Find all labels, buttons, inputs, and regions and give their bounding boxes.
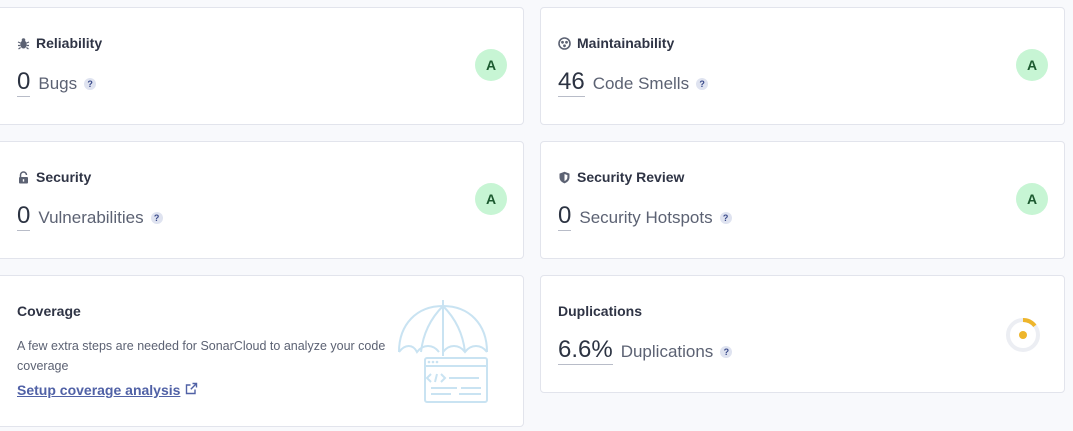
vulnerabilities-count[interactable]: 0 [17, 203, 31, 231]
security-metric: 0 Vulnerabilities ? [17, 203, 163, 231]
security-hotspots-label: Security Hotspots [579, 208, 713, 227]
maintainability-title-label: Maintainability [577, 35, 675, 51]
duplications-title: Duplications [558, 303, 643, 319]
external-link-icon [185, 382, 198, 398]
security-review-card: Security Review 0 Security Hotspots ? A [540, 141, 1065, 259]
duplications-percentage[interactable]: 6.6% [558, 337, 613, 365]
vulnerabilities-help-icon[interactable]: ? [150, 212, 163, 224]
coverage-card: Coverage A few extra steps are needed fo… [0, 275, 524, 427]
bugs-count[interactable]: 0 [17, 69, 31, 97]
bug-icon [17, 37, 30, 50]
duplications-help-icon[interactable]: ? [720, 346, 733, 358]
security-review-metric: 0 Security Hotspots ? [558, 203, 732, 231]
setup-coverage-link[interactable]: Setup coverage analysis [17, 382, 198, 398]
coverage-description: A few extra steps are needed for SonarCl… [17, 339, 386, 373]
duplications-ring-dot [1019, 331, 1027, 339]
code-smells-help-icon[interactable]: ? [696, 78, 709, 90]
security-title-label: Security [36, 169, 92, 185]
bugs-label: Bugs [38, 74, 78, 93]
reliability-title-label: Reliability [36, 35, 103, 51]
security-review-title-label: Security Review [577, 169, 685, 185]
vulnerabilities-label: Vulnerabilities [38, 208, 144, 227]
duplications-card: Duplications 6.6% Duplications ? [540, 275, 1065, 393]
security-title: Security [17, 169, 91, 185]
maintainability-card: Maintainability 46 Code Smells ? A [540, 7, 1065, 125]
maintainability-grade-badge: A [1016, 49, 1048, 81]
code-smells-count[interactable]: 46 [558, 69, 585, 97]
umbrella-illustration [395, 298, 495, 406]
maintainability-icon [558, 36, 571, 50]
security-card: Security 0 Vulnerabilities ? A [0, 141, 524, 259]
duplications-metric: 6.6% Duplications ? [558, 337, 733, 365]
coverage-title: Coverage [17, 303, 81, 319]
duplications-ring-arc [1022, 318, 1037, 328]
reliability-grade-badge: A [475, 49, 507, 81]
security-review-title: Security Review [558, 169, 684, 185]
code-smells-label: Code Smells [592, 74, 690, 93]
security-hotspots-help-icon[interactable]: ? [719, 212, 732, 224]
security-hotspots-count[interactable]: 0 [558, 203, 572, 231]
security-grade-badge: A [475, 183, 507, 215]
lock-icon [17, 170, 30, 184]
reliability-card: Reliability 0 Bugs ? A [0, 7, 524, 125]
shield-icon [558, 171, 571, 184]
reliability-title: Reliability [17, 35, 102, 51]
duplications-label: Duplications [620, 342, 714, 361]
maintainability-metric: 46 Code Smells ? [558, 69, 709, 97]
setup-coverage-link-label: Setup coverage analysis [17, 382, 181, 398]
bugs-help-icon[interactable]: ? [84, 78, 97, 90]
security-review-grade-badge: A [1016, 183, 1048, 215]
duplications-ring-indicator [1004, 316, 1042, 354]
reliability-metric: 0 Bugs ? [17, 69, 97, 97]
maintainability-title: Maintainability [558, 35, 674, 51]
